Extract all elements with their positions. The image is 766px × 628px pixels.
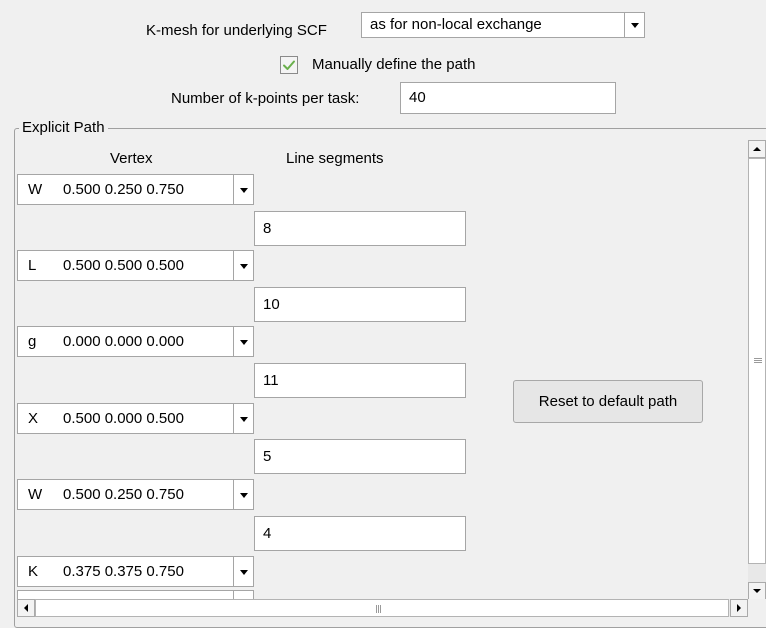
grip-line	[378, 605, 379, 613]
grip-line	[754, 360, 762, 361]
scroll-up-button[interactable]	[748, 140, 766, 158]
segment-input[interactable]: 11	[254, 363, 466, 398]
vertex-coords: 0.375 0.375 0.750	[63, 563, 184, 580]
vertex-dropdown-button[interactable]	[233, 480, 253, 509]
vertex-dropdown-button[interactable]	[233, 404, 253, 433]
vertex-select[interactable]: g 0.000 0.000 0.000	[17, 326, 254, 357]
scroll-corner	[748, 599, 766, 617]
vertex-select[interactable]: W 0.500 0.250 0.750	[17, 479, 254, 510]
vertex-coords: 0.000 0.000 0.000	[63, 333, 184, 350]
vertical-scroll-thumb[interactable]	[748, 158, 766, 564]
vertex-select[interactable]: W 0.500 0.250 0.750	[17, 174, 254, 205]
segments-header: Line segments	[286, 150, 384, 167]
vertical-scrollbar[interactable]	[748, 140, 766, 600]
arrow-down-icon	[753, 589, 761, 593]
grip-line	[754, 362, 762, 363]
kmesh-dropdown-button[interactable]	[624, 13, 644, 37]
kpoints-label: Number of k-points per task:	[171, 90, 360, 107]
chevron-down-icon	[239, 416, 248, 422]
vertex-select[interactable]: K 0.375 0.375 0.750	[17, 556, 254, 587]
horizontal-scroll-thumb[interactable]	[35, 599, 729, 617]
scroll-right-button[interactable]	[730, 599, 748, 617]
vertex-dropdown-button[interactable]	[233, 251, 253, 280]
checkmark-icon	[283, 60, 295, 70]
chevron-down-icon	[630, 23, 639, 28]
vertex-select[interactable]: L 0.500 0.500 0.500	[17, 250, 254, 281]
scroll-left-button[interactable]	[17, 599, 35, 617]
explicit-path-title: Explicit Path	[19, 120, 108, 136]
vertex-coords: 0.500 0.500 0.500	[63, 257, 184, 274]
chevron-down-icon	[239, 339, 248, 345]
kpoints-input[interactable]: 40	[400, 82, 616, 114]
segment-input[interactable]: 8	[254, 211, 466, 246]
kmesh-select[interactable]: as for non-local exchange	[361, 12, 645, 38]
arrow-right-icon	[737, 604, 741, 612]
horizontal-scrollbar[interactable]	[17, 599, 748, 617]
segment-input[interactable]: 10	[254, 287, 466, 322]
grip-line	[376, 605, 377, 613]
grip-line	[380, 605, 381, 613]
vertex-label: g	[28, 333, 37, 350]
chevron-down-icon	[239, 187, 248, 193]
scroll-down-button[interactable]	[748, 582, 766, 600]
vertex-dropdown-button[interactable]	[233, 175, 253, 204]
vertex-label: W	[28, 181, 43, 198]
vertex-dropdown-button[interactable]	[233, 327, 253, 356]
segment-input[interactable]: 4	[254, 516, 466, 551]
chevron-down-icon	[239, 492, 248, 498]
vertex-label: X	[28, 410, 39, 427]
kmesh-select-value: as for non-local exchange	[370, 16, 542, 33]
vertex-label: L	[28, 257, 37, 274]
reset-default-path-button[interactable]: Reset to default path	[513, 380, 703, 423]
manual-path-checkbox[interactable]	[280, 56, 298, 74]
vertex-label: W	[28, 486, 43, 503]
vertex-coords: 0.500 0.250 0.750	[63, 486, 184, 503]
vertex-dropdown-button[interactable]	[233, 557, 253, 586]
manual-path-label[interactable]: Manually define the path	[312, 56, 475, 73]
vertex-label: K	[28, 563, 39, 580]
arrow-left-icon	[24, 604, 28, 612]
arrow-up-icon	[753, 147, 761, 151]
grip-line	[754, 358, 762, 359]
vertex-coords: 0.500 0.250 0.750	[63, 181, 184, 198]
chevron-down-icon	[239, 263, 248, 269]
vertex-select[interactable]: X 0.500 0.000 0.500	[17, 403, 254, 434]
segment-input[interactable]: 5	[254, 439, 466, 474]
vertex-header: Vertex	[110, 150, 153, 167]
vertex-coords: 0.500 0.000 0.500	[63, 410, 184, 427]
chevron-down-icon	[239, 569, 248, 575]
kmesh-label: K-mesh for underlying SCF	[146, 22, 327, 39]
